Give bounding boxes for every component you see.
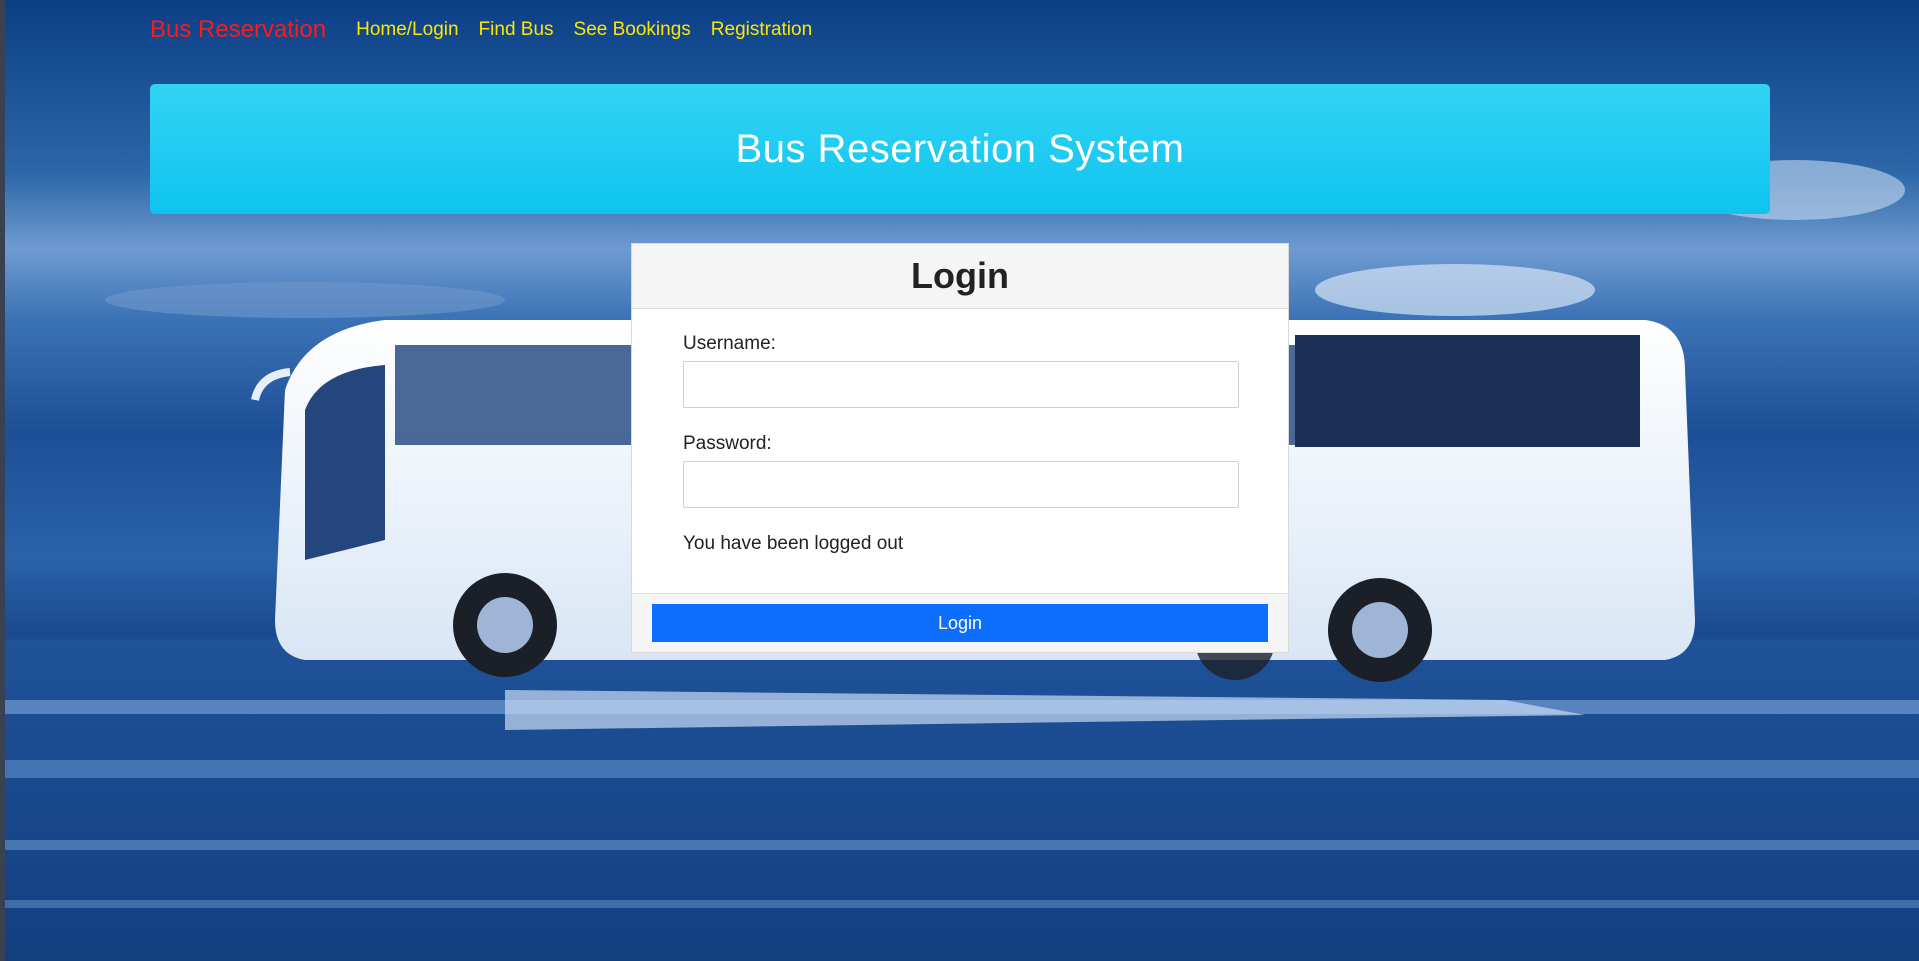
username-input[interactable]	[683, 361, 1239, 408]
login-card-footer: Login	[632, 593, 1288, 652]
nav-link-see-bookings[interactable]: See Bookings	[574, 19, 691, 41]
page-banner: Bus Reservation System	[150, 84, 1770, 214]
login-card: Login Username: Password: You have been …	[631, 243, 1289, 653]
logout-message: You have been logged out	[683, 533, 904, 554]
password-label: Password:	[683, 433, 772, 454]
nav-link-registration[interactable]: Registration	[711, 19, 812, 41]
top-navbar: Bus Reservation Home/Login Find Bus See …	[150, 14, 832, 46]
username-label: Username:	[683, 333, 776, 354]
page-title: Bus Reservation System	[735, 126, 1185, 171]
nav-link-home-login[interactable]: Home/Login	[356, 19, 458, 41]
login-title: Login	[911, 255, 1009, 296]
login-card-header: Login	[632, 244, 1288, 309]
nav-link-find-bus[interactable]: Find Bus	[479, 19, 554, 41]
login-form: Username: Password: You have been logged…	[632, 309, 1288, 556]
brand-link[interactable]: Bus Reservation	[150, 16, 326, 44]
password-input[interactable]	[683, 461, 1239, 508]
login-button[interactable]: Login	[652, 604, 1268, 642]
